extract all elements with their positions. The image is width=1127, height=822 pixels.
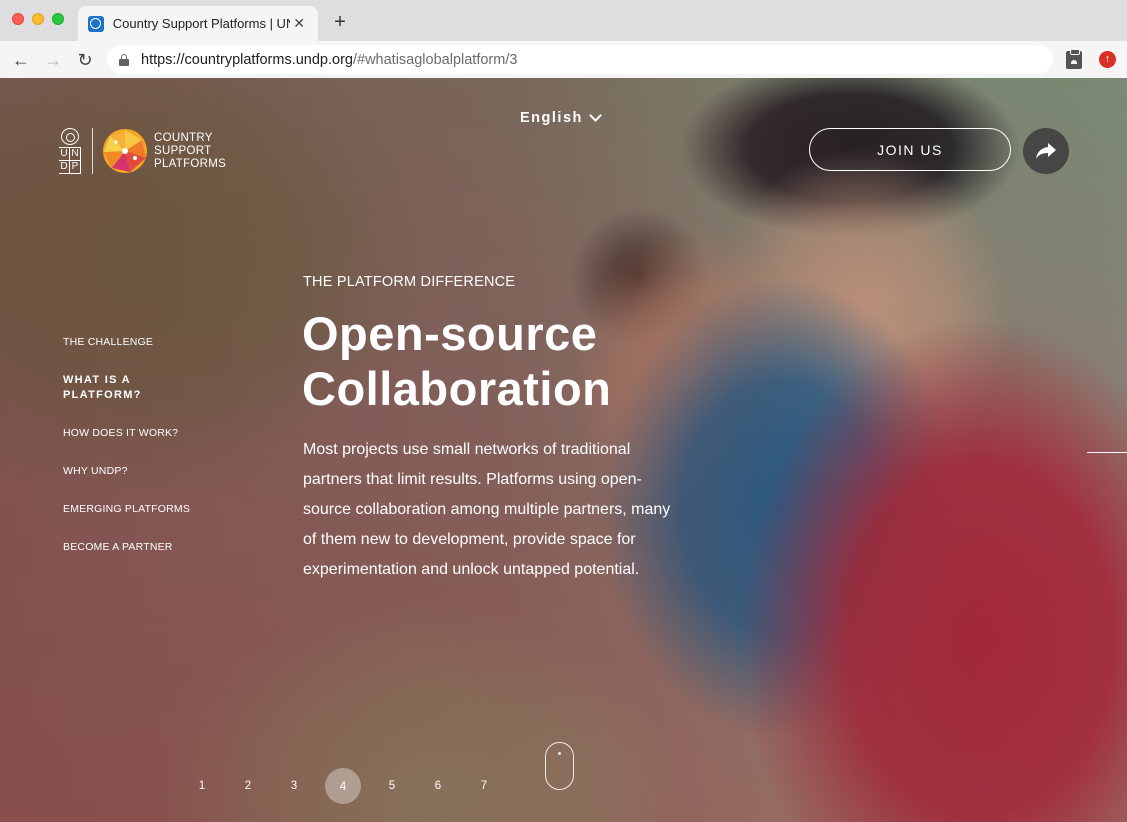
close-tab-icon[interactable]: ✕ xyxy=(290,15,308,32)
address-bar[interactable]: https://countryplatforms.undp.org/#whati… xyxy=(107,45,1053,74)
browser-chrome: Country Support Platforms | UNDP ✕ + ← →… xyxy=(0,0,1127,78)
share-arrow-icon xyxy=(1036,143,1056,159)
section-nav: THE CHALLENGE WHAT IS A PLATFORM? HOW DO… xyxy=(63,335,223,578)
language-label: English xyxy=(520,110,583,126)
un-emblem-icon xyxy=(61,128,79,145)
undp-letters: U N D P xyxy=(59,147,81,174)
new-tab-button[interactable]: + xyxy=(329,11,351,33)
browser-tab[interactable]: Country Support Platforms | UNDP ✕ xyxy=(78,6,318,41)
undp-logo: U N D P xyxy=(59,128,81,174)
clipboard-extension-icon[interactable] xyxy=(1066,49,1082,69)
csp-wordmark: COUNTRY SUPPORT PLATFORMS xyxy=(154,131,227,170)
scroll-mouse-icon[interactable] xyxy=(545,742,574,790)
join-us-button[interactable]: JOIN US xyxy=(809,128,1011,171)
minimize-window-button[interactable] xyxy=(32,13,44,25)
tab-title: Country Support Platforms | UNDP xyxy=(112,16,290,31)
nav-item-how-does-it-work[interactable]: HOW DOES IT WORK? xyxy=(63,426,223,441)
hero-page: U N D P COUNTRY SUPPORT PLATFORMS Englis… xyxy=(0,78,1127,822)
csp-gem-logo-icon xyxy=(103,129,147,173)
un-favicon-icon xyxy=(88,15,104,32)
back-arrow-icon[interactable]: ← xyxy=(9,48,33,72)
chevron-down-icon xyxy=(589,109,602,122)
pager-item-1[interactable]: 1 xyxy=(184,768,220,804)
site-logo[interactable]: U N D P COUNTRY SUPPORT PLATFORMS xyxy=(59,128,226,174)
pager-item-3[interactable]: 3 xyxy=(276,768,312,804)
nav-item-emerging-platforms[interactable]: EMERGING PLATFORMS xyxy=(63,502,223,517)
close-window-button[interactable] xyxy=(12,13,24,25)
pager-item-4-active[interactable]: 4 xyxy=(325,768,361,804)
browser-toolbar: ← → ↻ https://countryplatforms.undp.org/… xyxy=(0,41,1127,78)
logo-divider xyxy=(92,128,93,174)
section-eyebrow: THE PLATFORM DIFFERENCE xyxy=(303,274,516,290)
pager-item-2[interactable]: 2 xyxy=(230,768,266,804)
upload-extension-icon[interactable]: ↑ xyxy=(1099,51,1116,68)
nav-item-why-undp[interactable]: WHY UNDP? xyxy=(63,464,223,479)
edge-divider-line xyxy=(1087,452,1127,453)
maximize-window-button[interactable] xyxy=(52,13,64,25)
reload-icon[interactable]: ↻ xyxy=(73,48,97,72)
pager-item-6[interactable]: 6 xyxy=(420,768,456,804)
nav-item-the-challenge[interactable]: THE CHALLENGE xyxy=(63,335,223,350)
section-body: Most projects use small networks of trad… xyxy=(303,441,671,578)
nav-item-what-is-a-platform[interactable]: WHAT IS A PLATFORM? xyxy=(63,373,163,403)
nav-item-become-a-partner[interactable]: BECOME A PARTNER xyxy=(63,540,223,555)
share-button[interactable] xyxy=(1023,128,1069,174)
section-headline: Open-source Collaboration xyxy=(302,307,612,415)
language-selector[interactable]: English xyxy=(520,109,602,126)
pager-item-7[interactable]: 7 xyxy=(466,768,502,804)
url-text: https://countryplatforms.undp.org/#whati… xyxy=(141,51,518,68)
lock-icon xyxy=(119,53,129,66)
forward-arrow-icon[interactable]: → xyxy=(41,48,65,72)
pager-item-5[interactable]: 5 xyxy=(374,768,410,804)
